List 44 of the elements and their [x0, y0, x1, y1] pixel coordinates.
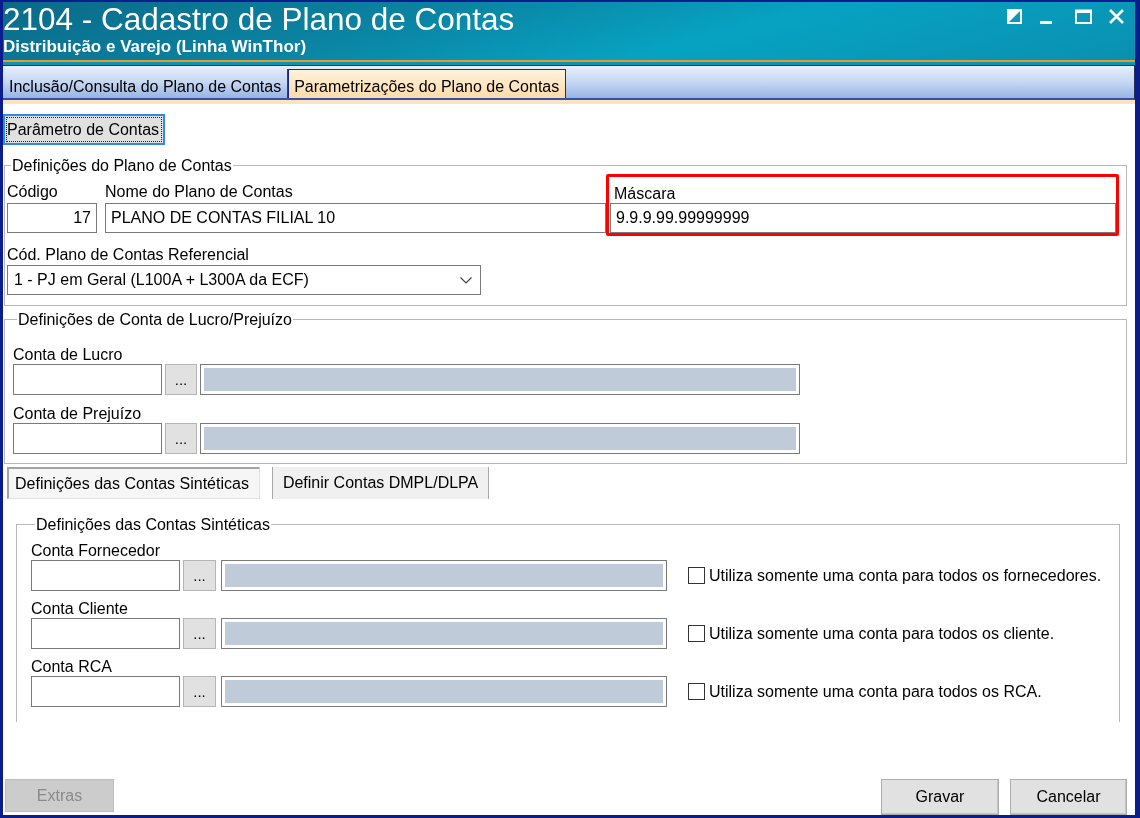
window-title: 2104 - Cadastro de Plano de Contas — [3, 2, 515, 37]
group-title: Definições do Plano de Contas — [11, 157, 233, 174]
action-button[interactable]: Gravar — [881, 779, 999, 815]
browse-button[interactable]: ... — [183, 560, 216, 591]
account-field[interactable] — [13, 364, 162, 395]
checkbox-label: Utiliza somente uma conta para todos os fornecedores. — [709, 566, 1102, 585]
referential-dropdown[interactable]: 1 - PJ em Geral (L100A + L300A da ECF) — [7, 265, 481, 295]
tab[interactable]: Parametrizações do Plano de Contas — [288, 69, 567, 98]
browse-button[interactable]: ... — [165, 364, 197, 395]
group-title: Definições das Contas Sintéticas — [35, 516, 271, 533]
account-field[interactable] — [31, 676, 180, 707]
mask-field[interactable]: 9.9.9.99.99999999 — [610, 203, 1116, 233]
checkbox[interactable] — [688, 625, 705, 642]
browse-button[interactable]: ... — [183, 618, 216, 649]
field-label: Conta de Lucro — [13, 346, 124, 363]
action-button[interactable]: Cancelar — [1010, 779, 1127, 815]
browse-button[interactable]: ... — [165, 423, 197, 454]
window-subtitle: Distribuição e Varejo (Linha WinThor) — [3, 37, 308, 56]
close-icon[interactable] — [1108, 9, 1125, 24]
account-field[interactable] — [13, 423, 162, 454]
browse-button[interactable]: ... — [183, 676, 216, 707]
code-field[interactable]: 17 — [7, 203, 97, 233]
field-label: Conta Fornecedor — [31, 542, 161, 559]
field-label: Código — [7, 183, 59, 200]
field-label: Cód. Plano de Contas Referencial — [7, 246, 250, 263]
parameter-button[interactable]: Parâmetro de Contas — [3, 114, 166, 145]
name-field[interactable]: PLANO DE CONTAS FILIAL 10 — [105, 203, 606, 233]
account-field[interactable] — [31, 618, 180, 649]
field-label: Conta RCA — [31, 658, 113, 675]
group-title: Definições de Conta de Lucro/Prejuízo — [17, 311, 293, 328]
checkbox[interactable] — [688, 683, 705, 700]
checkbox[interactable] — [688, 567, 705, 584]
checkbox-label: Utiliza somente uma conta para todos os RCA. — [709, 682, 1042, 701]
field-label: Conta de Prejuízo — [13, 405, 143, 422]
chevron-down-icon — [460, 276, 472, 284]
maximize-icon[interactable] — [1075, 9, 1092, 24]
field-label: Máscara — [613, 185, 677, 202]
checkbox-label: Utiliza somente uma conta para todos os cliente. — [709, 624, 1055, 643]
tab[interactable]: Definições das Contas Sintéticas — [7, 467, 260, 499]
half-filled-square-icon[interactable] — [1007, 9, 1022, 24]
account-field[interactable] — [31, 560, 180, 591]
tab[interactable]: Definir Contas DMPL/DLPA — [271, 467, 490, 499]
field-label: Conta Cliente — [31, 600, 129, 617]
field-label: Nome do Plano de Contas — [105, 183, 294, 200]
